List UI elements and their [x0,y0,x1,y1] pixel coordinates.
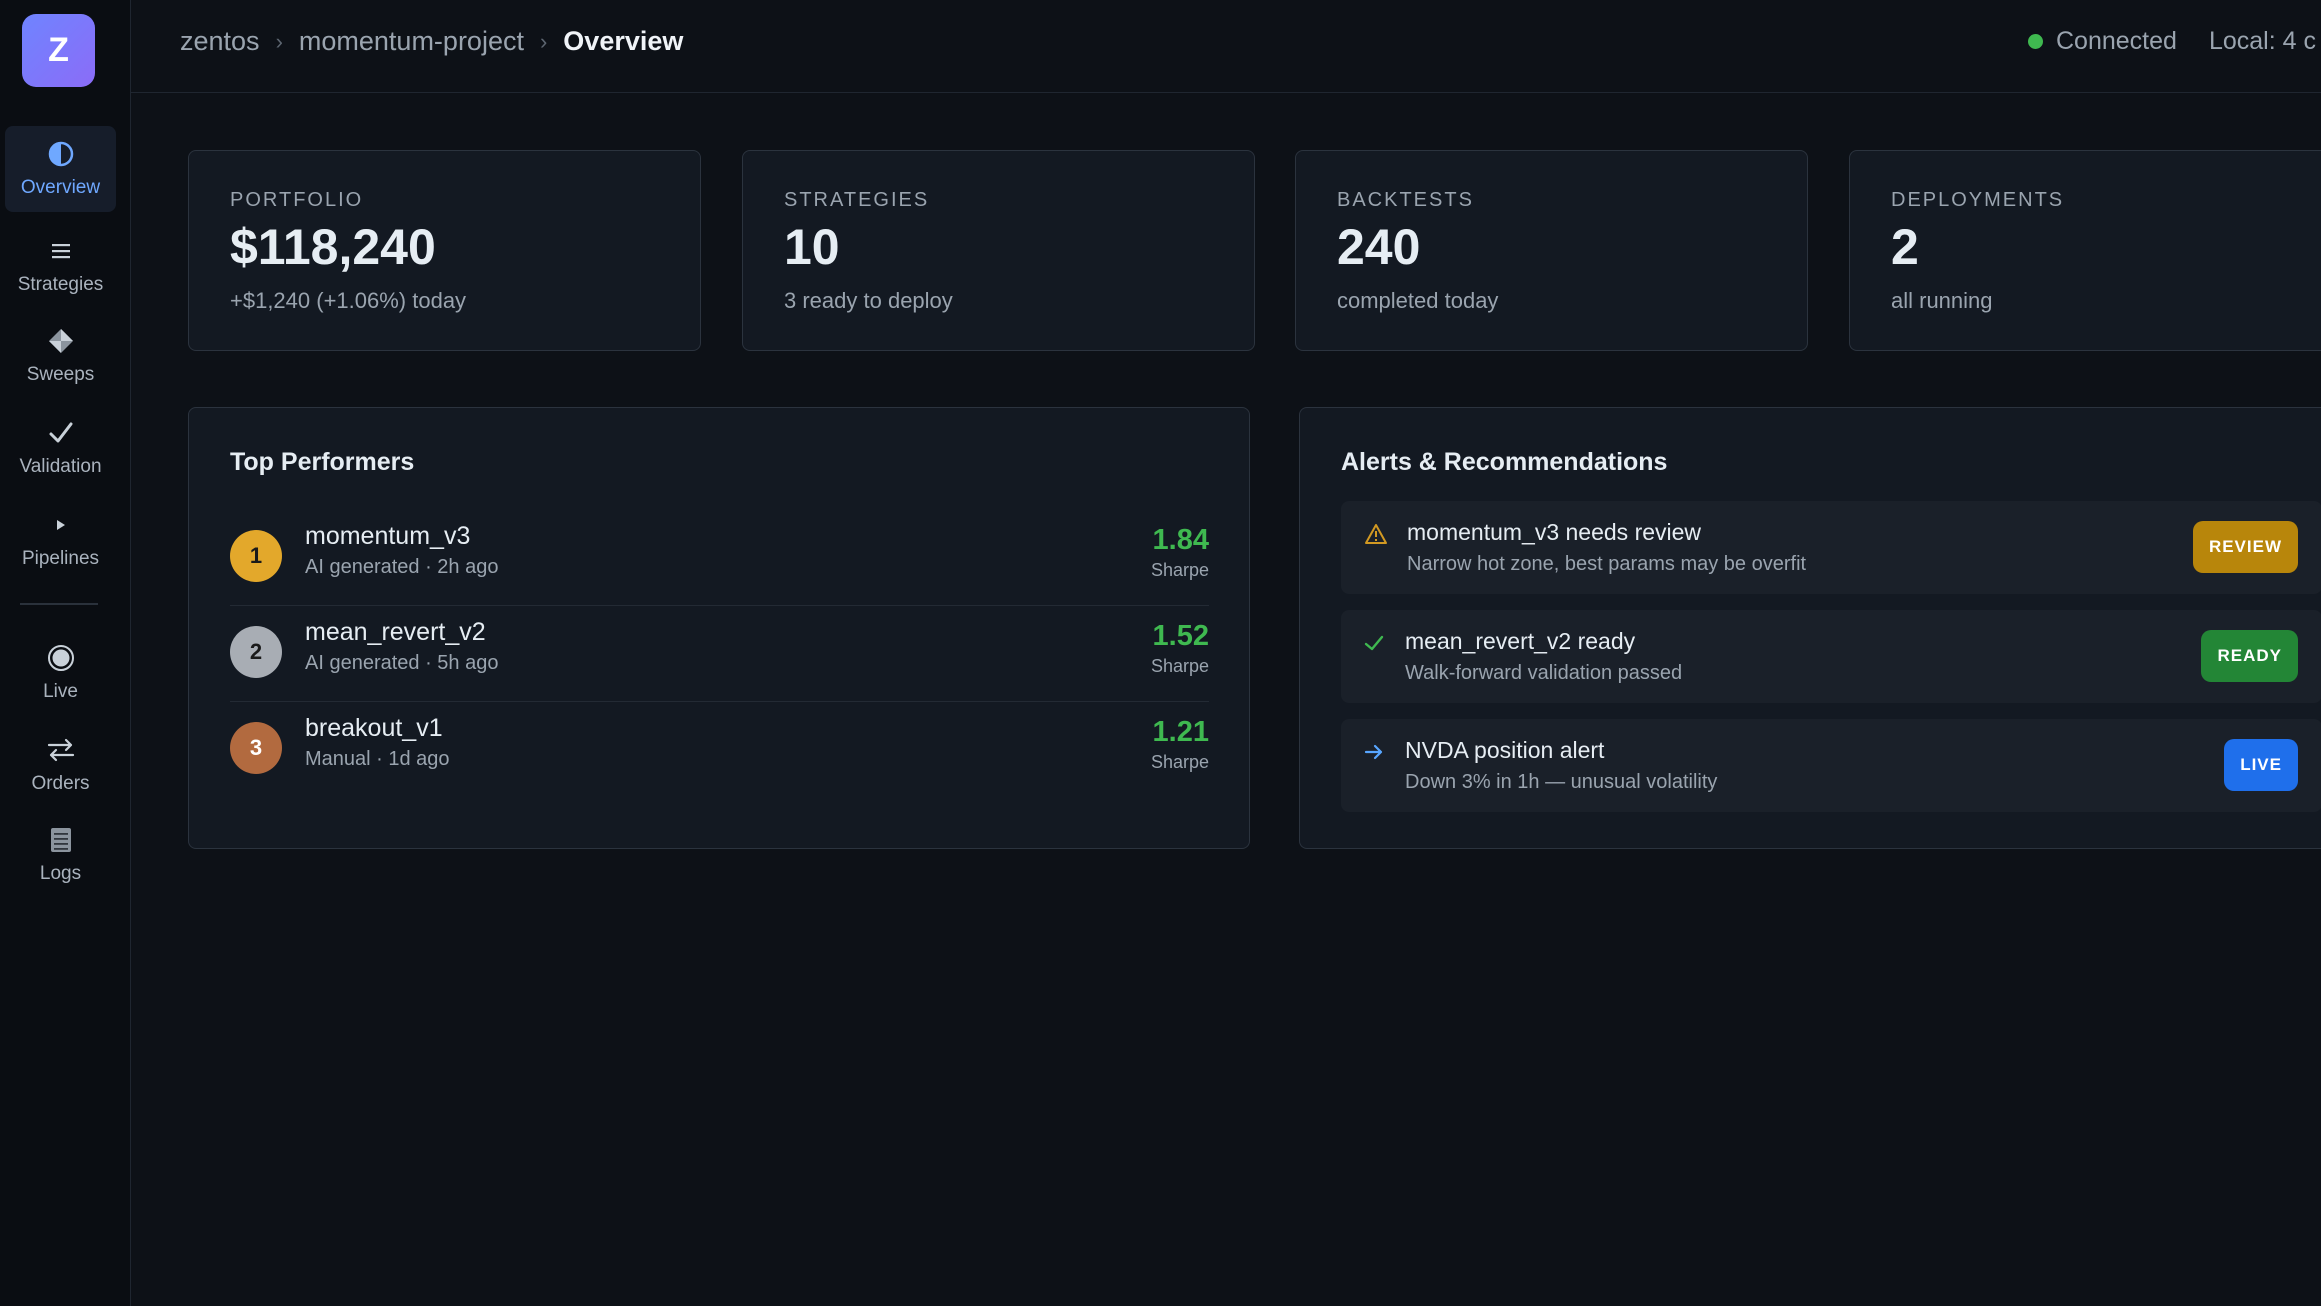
stat-subtext: 3 ready to deploy [784,288,953,313]
stat-card-deployments[interactable]: DEPLOYMENTS 2 all running [1849,150,2321,351]
alert-title: momentum_v3 needs review [1407,519,1702,545]
radio-target-icon [46,643,76,673]
app-logo[interactable]: Z [22,14,95,87]
alert-description: Down 3% in 1h — unusual volatility [1405,771,1718,793]
sidebar-item-label: Orders [31,773,90,794]
sidebar-item-strategies[interactable]: Strategies [5,223,116,309]
breadcrumb-current-page: Overview [563,26,684,56]
checkmark-icon [1361,630,1387,656]
sharpe-value: 1.52 [1152,620,1209,652]
sharpe-value: 1.21 [1152,716,1209,748]
local-info: Local: 4 c [2208,27,2316,55]
sidebar-item-label: Validation [19,456,102,477]
stat-card-backtests[interactable]: BACKTESTS 240 completed today [1295,150,1808,351]
sidebar-item-label: Logs [39,863,82,884]
status-dot-icon [2028,34,2043,49]
breadcrumb-project[interactable]: momentum-project [299,26,524,57]
sidebar-item-label: Live [43,681,78,702]
performer-row[interactable]: 1 momentum_v3 AI generated · 2h ago 1.84… [230,510,1209,606]
alert-title: NVDA position alert [1405,737,1605,763]
sharpe-label: Sharpe [1150,752,1209,772]
alerts-panel: Alerts & Recommendations momentum_v3 nee… [1299,407,2321,849]
diamond-icon [46,326,76,356]
sidebar-item-pipelines[interactable]: Pipelines [5,497,116,583]
sharpe-label: Sharpe [1150,560,1209,580]
stat-subtext: all running [1891,288,1993,313]
stat-subtext: completed today [1337,288,1499,313]
stat-value: 240 [1337,219,1421,275]
alert-row[interactable]: momentum_v3 needs review Narrow hot zone… [1341,501,2321,594]
panel-title: Alerts & Recommendations [1341,448,1668,476]
sidebar-item-overview[interactable]: Overview [5,126,116,212]
stat-value: $118,240 [230,219,436,275]
strategy-name: breakout_v1 [305,714,443,742]
alert-title: mean_revert_v2 ready [1405,628,1636,654]
document-lines-icon [46,825,76,855]
sharpe-value: 1.84 [1152,524,1209,556]
strategy-name: mean_revert_v2 [305,618,486,646]
sidebar-divider [20,603,98,605]
alert-description: Narrow hot zone, best params may be over… [1407,553,1807,575]
sidebar-item-label: Pipelines [21,548,100,569]
play-triangle-icon [46,510,76,540]
checkmark-icon [46,418,76,448]
sidebar-item-logs[interactable]: Logs [5,812,116,898]
top-performers-panel: Top Performers 1 momentum_v3 AI generate… [188,407,1250,849]
arrow-right-icon [1361,739,1387,765]
sharpe-label: Sharpe [1150,656,1209,676]
alert-description: Walk-forward validation passed [1405,662,1683,684]
live-badge[interactable]: LIVE [2224,739,2298,791]
sidebar: Z Overview Strategies Sweeps Validation … [0,0,131,1306]
sidebar-item-label: Sweeps [26,364,95,385]
sidebar-item-validation[interactable]: Validation [5,405,116,491]
connection-status: Connected Local: 4 c [2028,27,2316,56]
ready-badge[interactable]: READY [2201,630,2298,682]
strategy-meta: AI generated · 5h ago [305,652,499,674]
hamburger-list-icon [46,236,76,266]
connection-status-text: Connected [2056,27,2177,55]
stat-label: DEPLOYMENTS [1891,189,2065,211]
performer-row[interactable]: 2 mean_revert_v2 AI generated · 5h ago 1… [230,606,1209,702]
sidebar-item-orders[interactable]: Orders [5,722,116,808]
sidebar-item-live[interactable]: Live [5,630,116,716]
half-circle-icon [46,139,76,169]
stat-value: 10 [784,219,840,275]
breadcrumb: zentos › momentum-project › Overview [180,26,683,57]
stat-subtext: +$1,240 (+1.06%) today [230,288,467,313]
stat-card-portfolio[interactable]: PORTFOLIO $118,240 +$1,240 (+1.06%) toda… [188,150,701,351]
review-badge[interactable]: REVIEW [2192,521,2298,573]
stat-value: 2 [1891,219,1919,275]
sidebar-item-label: Overview [20,177,101,198]
warning-triangle-icon [1363,521,1389,547]
performer-row[interactable]: 3 breakout_v1 Manual · 1d ago 1.21 Sharp… [230,702,1209,798]
swap-arrows-icon [46,735,76,765]
sidebar-item-label: Strategies [17,274,104,295]
stat-label: STRATEGIES [784,189,930,211]
breadcrumb-workspace[interactable]: zentos [180,26,260,57]
chevron-right-icon: › [275,28,283,54]
stat-card-strategies[interactable]: STRATEGIES 10 3 ready to deploy [742,150,1255,351]
strategy-meta: Manual · 1d ago [305,748,450,770]
rank-badge: 2 [230,626,282,678]
chevron-right-icon: › [539,28,548,54]
stat-label: BACKTESTS [1337,189,1474,211]
alert-row[interactable]: NVDA position alert Down 3% in 1h — unus… [1341,719,2321,812]
top-header: zentos › momentum-project › Overview Con… [131,0,2321,93]
alert-row[interactable]: mean_revert_v2 ready Walk-forward valida… [1341,610,2321,703]
stat-label: PORTFOLIO [230,189,364,211]
sidebar-item-sweeps[interactable]: Sweeps [5,313,116,399]
rank-badge: 1 [230,530,282,582]
panel-title: Top Performers [230,448,415,476]
strategy-name: momentum_v3 [305,522,471,550]
strategy-meta: AI generated · 2h ago [305,556,499,578]
rank-badge: 3 [230,722,282,774]
